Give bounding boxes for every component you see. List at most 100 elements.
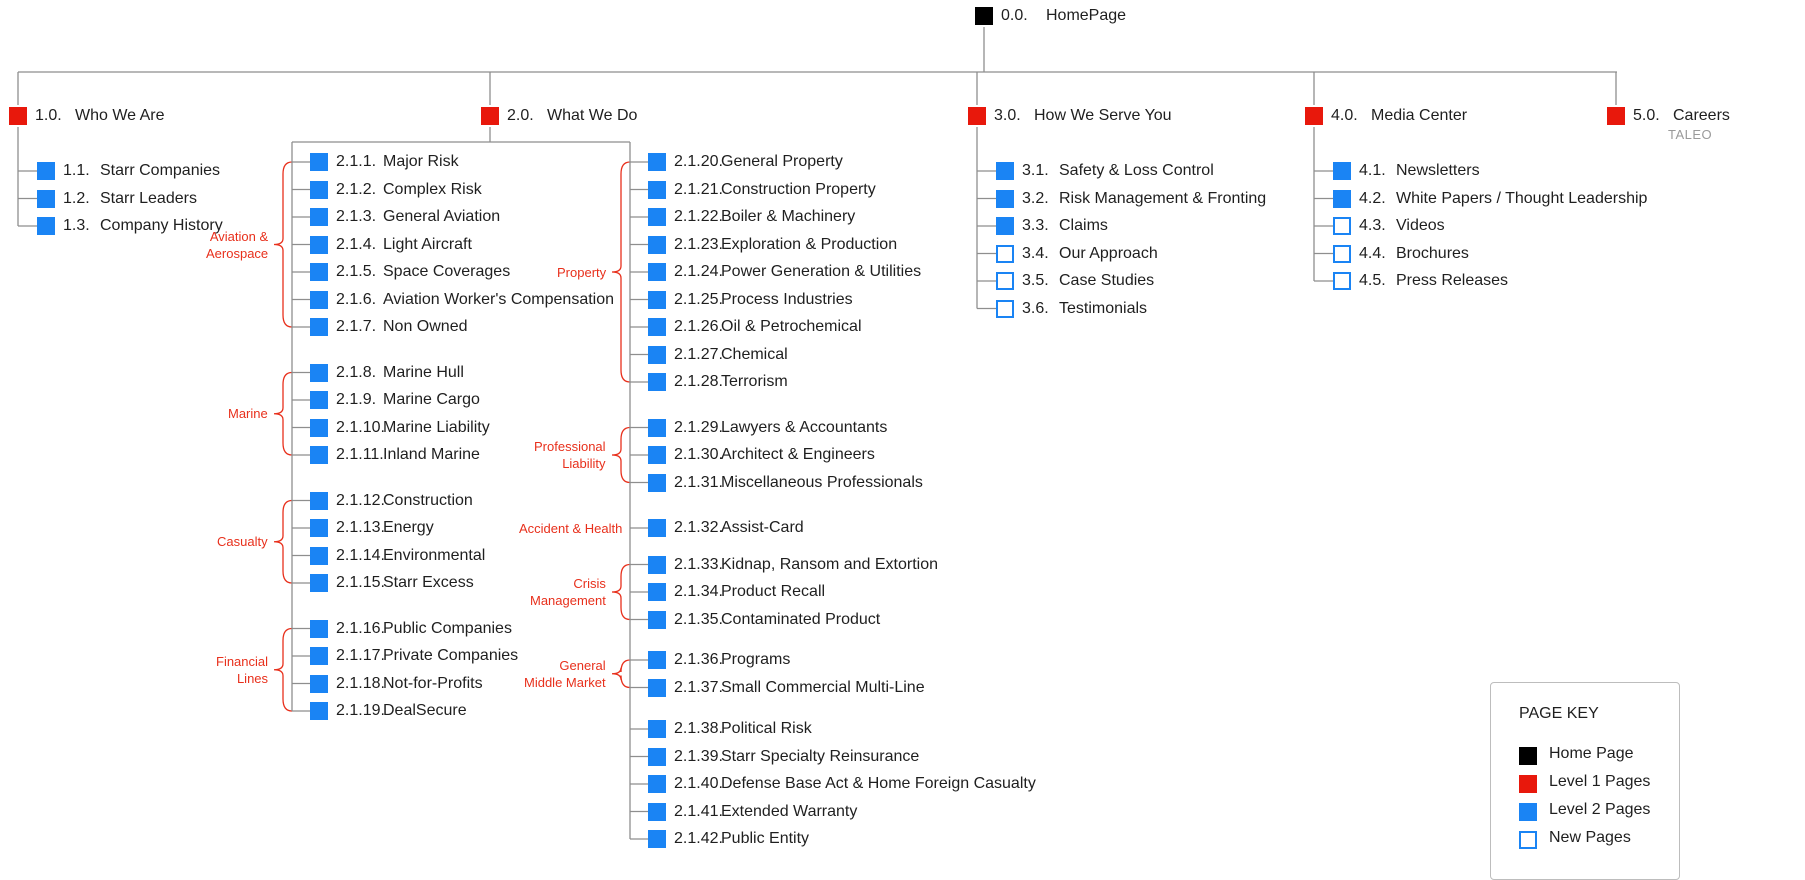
level2-page-square (648, 235, 666, 254)
page-label: Defense Base Act & Home Foreign Casualty (721, 775, 1036, 792)
level2-page-square (996, 217, 1014, 235)
new-page-swatch (1519, 831, 1537, 849)
level2-page-square (648, 418, 666, 437)
page-label: Newsletters (1396, 162, 1480, 179)
level2-page-square (648, 747, 666, 766)
category-label-line: Middle Market (524, 674, 606, 690)
category-label-property: Property (557, 264, 606, 281)
page-label: Chemical (721, 345, 788, 363)
page-label: Extended Warranty (721, 802, 858, 820)
page-label: Environmental (383, 546, 486, 564)
page-label: Programs (721, 651, 791, 668)
page-label: Aviation Worker's Compensation (383, 290, 615, 308)
category-label-casualty: Casualty (217, 533, 268, 550)
level1-page-swatch (1519, 775, 1537, 793)
page-number: 1.2. (63, 189, 90, 207)
category-label-crisis-management: Crisis Management (530, 575, 606, 609)
level1-page-square (481, 107, 499, 125)
category-label-line: Property (557, 264, 607, 280)
page-number: 2.1.21. (674, 180, 723, 198)
page-number: 2.1.4. (336, 235, 377, 253)
category-label-line: Financial (216, 653, 269, 669)
page-label: Marine Cargo (383, 391, 480, 408)
page-number: 2.1.10. (336, 418, 385, 436)
category-label-aviation-aerospace: Aviation & Aerospace (206, 228, 268, 262)
level2-page-square (310, 574, 328, 592)
level2-page-square (648, 153, 666, 171)
level2-page-square (310, 647, 328, 665)
new-page-square (1333, 244, 1351, 263)
key-item-level1: Level 1 Pages (1519, 773, 1679, 795)
page-label: Product Recall (721, 583, 826, 600)
page-label: Kidnap, Ransom and Extortion (721, 555, 939, 573)
page-label: Boiler & Machinery (721, 208, 856, 225)
level2-page-square (310, 491, 328, 510)
level1-page-square (9, 107, 27, 125)
page-label: Inland Marine (383, 446, 480, 463)
page-number: 3.5. (1022, 272, 1049, 289)
level1-page-square (1305, 107, 1323, 125)
key-item-home: Home Page (1519, 745, 1679, 767)
level2-page-square (310, 290, 328, 309)
page-label: Oil & Petrochemical (721, 318, 862, 335)
level2-page-square (648, 555, 666, 574)
page-number: 3.6. (1022, 299, 1049, 317)
page-number: 2.1.19. (336, 702, 385, 719)
page-label: Starr Specialty Reinsurance (721, 747, 920, 765)
careers-sublabel: TALEO (1668, 127, 1713, 142)
category-label-line: Aviation & (209, 228, 269, 244)
page-number: 2.1.30. (674, 446, 723, 463)
page-label: Construction Property (721, 180, 876, 198)
category-label-line: Casualty (217, 534, 268, 550)
page-label: Starr Leaders (100, 189, 197, 207)
page-label: DealSecure (383, 702, 467, 719)
page-label: Marine Liability (383, 418, 490, 436)
page-number: 2.1.27. (674, 345, 723, 363)
page-number: 2.1.28. (674, 373, 723, 390)
page-number: 2.1.23. (674, 235, 723, 253)
page-label: Starr Excess (383, 574, 474, 591)
category-label-accident-health: Accident & Health (519, 520, 622, 537)
level2-page-square (648, 180, 666, 199)
page-number: 2.1.11. (336, 446, 384, 463)
page-label: Public Entity (721, 830, 810, 847)
page-label: Company History (100, 217, 223, 234)
page-number: 2.1.26. (674, 318, 723, 335)
level2-page-square (310, 263, 328, 281)
category-label-line: Liability (562, 456, 606, 471)
page-number: 2.1.13. (336, 519, 385, 536)
page-label: Brochures (1396, 244, 1469, 262)
page-number: 2.1.6. (336, 290, 377, 308)
level2-page-square (648, 519, 666, 537)
category-label-line: Marine (228, 406, 268, 422)
home-page-square (975, 7, 993, 25)
page-key-title: PAGE KEY (1519, 705, 1599, 722)
page-number: 5.0. (1633, 107, 1660, 124)
level2-page-square (310, 391, 328, 409)
level2-page-square (648, 446, 666, 464)
page-number: 2.1.5. (336, 263, 377, 280)
category-label-line: General (559, 657, 606, 673)
page-number: 4.5. (1359, 272, 1386, 289)
level2-page-square (648, 345, 666, 364)
page-label: Process Industries (721, 290, 853, 308)
new-page-square (996, 272, 1014, 290)
category-label-line: Lines (236, 670, 269, 686)
page-number: 4.1. (1359, 162, 1386, 179)
page-number: 2.1.18. (336, 674, 385, 692)
page-label: Assist-Card (721, 519, 804, 536)
page-number: 0.0. (1001, 7, 1028, 24)
page-label: Careers (1673, 107, 1730, 124)
page-number: 2.1.20. (674, 153, 723, 170)
page-label: Private Companies (383, 647, 519, 664)
page-label: Testimonials (1059, 299, 1148, 317)
level1-page-square (968, 107, 986, 125)
page-number: 2.1.31. (674, 473, 723, 491)
page-label: What We Do (547, 107, 638, 124)
page-label: White Papers / Thought Leadership (1396, 189, 1648, 207)
page-number: 2.1.38. (674, 720, 723, 737)
page-number: 2.1.36. (674, 651, 723, 668)
category-label-line: Management (530, 593, 606, 608)
level2-page-square (648, 318, 666, 336)
page-label: Claims (1059, 217, 1108, 234)
